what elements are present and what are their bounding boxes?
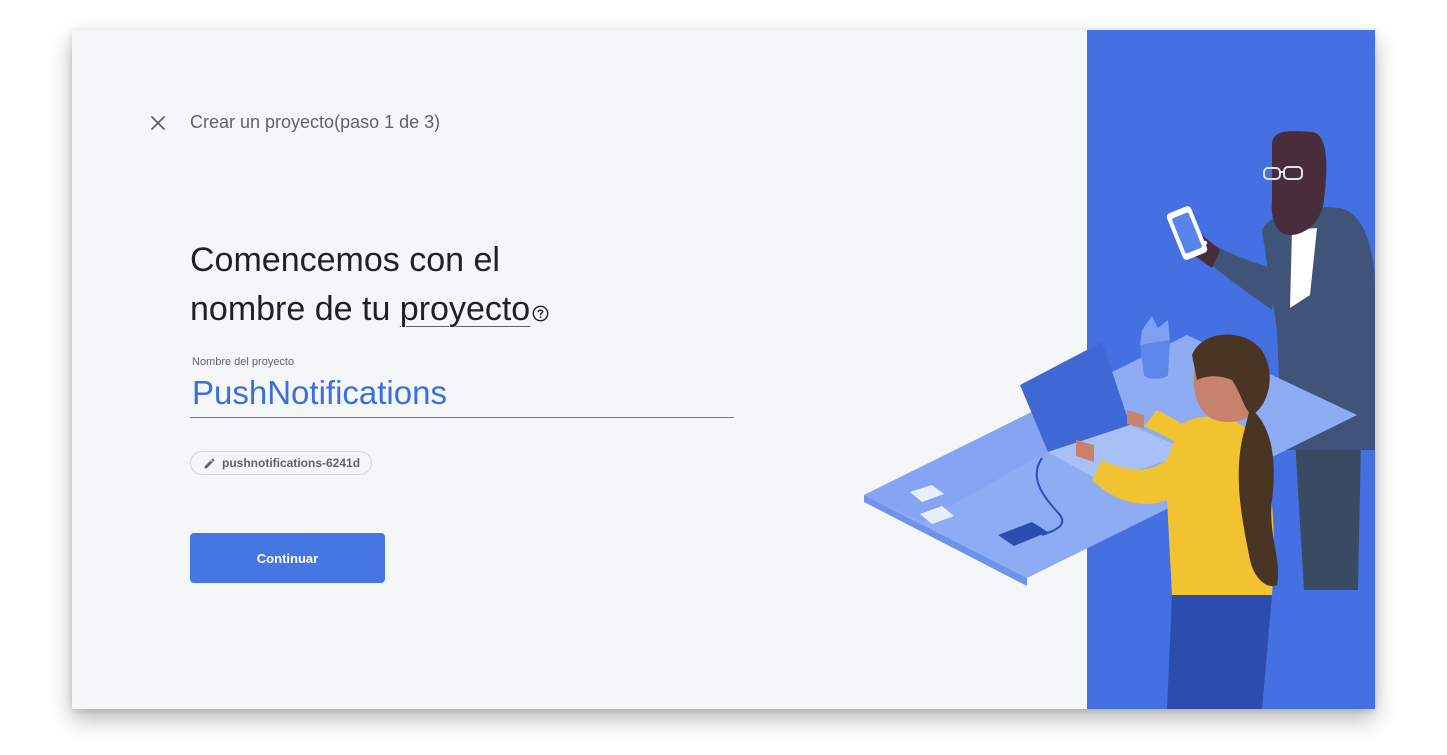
- project-id-chip[interactable]: pushnotifications-6241d: [190, 451, 373, 475]
- project-id-text: pushnotifications-6241d: [222, 456, 361, 470]
- create-project-dialog: Crear un proyecto(paso 1 de 3) Comencemo…: [72, 30, 1375, 709]
- help-circle-icon[interactable]: [532, 287, 549, 322]
- headline-line-2-prefix: nombre de tu: [190, 290, 400, 328]
- continue-button[interactable]: Continuar: [190, 533, 385, 583]
- project-name-label: Nombre del proyecto: [192, 356, 295, 368]
- project-name-input[interactable]: [190, 368, 734, 418]
- pencil-icon: [204, 458, 215, 468]
- headline-line-2: nombre de tu proyecto: [190, 285, 549, 334]
- step-title: Crear un proyecto(paso 1 de 3): [190, 112, 441, 132]
- people-at-desk-illustration: [864, 30, 1375, 709]
- project-term-link[interactable]: proyecto: [400, 290, 530, 328]
- close-button[interactable]: [148, 113, 168, 133]
- headline-line-1: Comencemos con el: [190, 241, 500, 279]
- close-icon: [151, 116, 165, 130]
- page-headline: Comencemos con el nombre de tu proyecto: [190, 236, 549, 334]
